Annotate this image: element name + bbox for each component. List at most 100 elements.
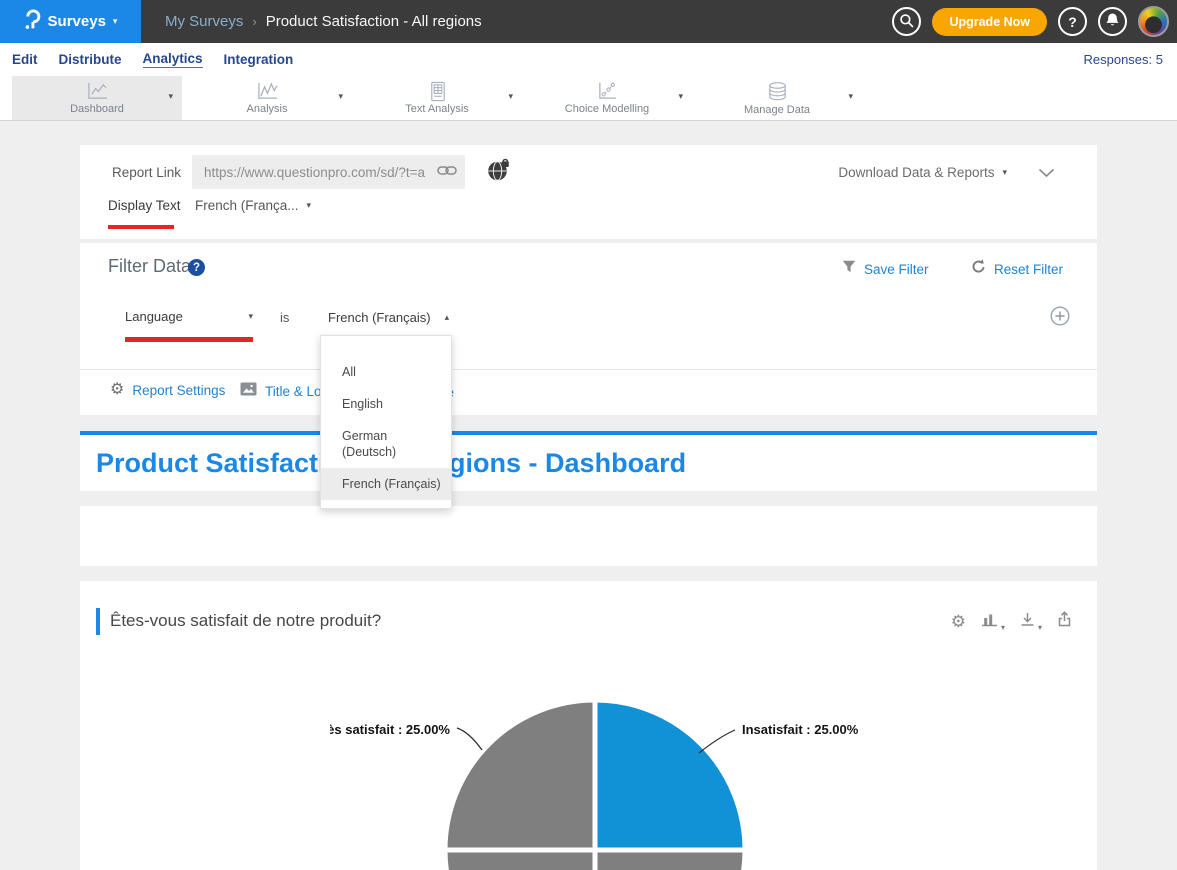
pie-slice[interactable] [445,700,595,850]
pie-slices [445,700,745,870]
toolbar-item-label: Analysis [247,103,288,115]
chart-type-button[interactable]: ▾ [981,612,1005,632]
breadcrumb-separator: › [252,14,256,29]
chart-actions: ⚙ ▾ ▾ [951,611,1072,632]
top-header-bar: Surveys ▾ My Surveys › Product Satisfact… [0,0,1177,43]
language-option-all[interactable]: All [321,356,451,388]
line-chart-icon [85,81,110,102]
text-document-icon [425,81,450,102]
chevron-down-icon[interactable]: ▾ [848,91,853,102]
toolbar-item-label: Choice Modelling [565,103,649,115]
pie-label-insatisfait: Insatisfait : 25.00% [742,722,859,737]
report-language-value: French (França... [195,198,299,213]
chevron-down-icon: ▾ [1038,623,1042,632]
link-icon [437,163,457,181]
bar-chart-icon [981,612,998,632]
toolbar-item-choice-modelling[interactable]: Choice Modelling ▾ [522,76,692,120]
report-link-input[interactable]: https://www.questionpro.com/sd/?t=a [192,155,465,189]
save-filter-label: Save Filter [864,262,929,277]
funnel-icon [842,260,856,278]
breadcrumb-my-surveys[interactable]: My Surveys [165,13,243,30]
filter-help-button[interactable]: ? [188,259,205,276]
pie-label-tres-satisfait: Très satisfait : 25.00% [330,722,450,737]
pie-slice[interactable] [595,700,745,850]
chart-download-button[interactable]: ▾ [1020,612,1042,632]
empty-panel [80,506,1097,566]
language-option-german[interactable]: German (Deutsch) [321,420,451,468]
chevron-down-icon[interactable]: ▾ [168,91,173,102]
chevron-down-icon[interactable]: ▾ [338,91,343,102]
database-icon [765,81,790,103]
image-icon [240,382,257,401]
pie-chart-svg: Très satisfait : 25.00% Insatisfait : 25… [330,690,880,870]
chevron-down-icon [1038,165,1055,182]
report-settings-link[interactable]: ⚙ Report Settings [110,382,225,398]
report-link-card: Report Link https://www.questionpro.com/… [80,145,1097,239]
tab-display-text[interactable]: Display Text [108,198,181,213]
surveys-app-menu[interactable]: Surveys ▾ [0,0,141,43]
add-filter-condition-button[interactable] [1050,306,1070,331]
upgrade-now-button[interactable]: Upgrade Now [932,8,1047,36]
analysis-chart-icon [255,81,280,102]
download-icon [1020,612,1035,632]
globe-lock-icon [487,169,511,186]
chevron-down-icon: ▾ [307,200,312,211]
notifications-button[interactable] [1098,7,1127,36]
toolbar-item-label: Manage Data [744,104,810,116]
tab-edit[interactable]: Edit [12,52,38,67]
toolbar-item-analysis[interactable]: Analysis ▾ [182,76,352,120]
filter-value: French (Français) [328,310,431,325]
help-button[interactable]: ? [1058,7,1087,36]
toolbar-item-label: Text Analysis [405,103,469,115]
chart-settings-button[interactable]: ⚙ [951,613,966,630]
language-dropdown-panel: All English German (Deutsch) French (Fra… [320,335,452,509]
search-icon [899,13,914,31]
report-settings-label: Report Settings [132,383,225,398]
chevron-up-icon: ▴ [445,312,450,323]
reset-filter-button[interactable]: Reset Filter [971,259,1063,279]
tab-analytics[interactable]: Analytics [143,51,203,68]
share-export-icon [1057,611,1072,632]
chart-share-button[interactable] [1057,611,1072,632]
chevron-down-icon[interactable]: ▾ [678,91,683,102]
report-language-select[interactable]: French (França... ▾ [195,198,311,213]
filter-value-select[interactable]: French (Français) ▴ [328,310,449,325]
scatter-chart-icon [595,81,620,102]
download-data-reports-label: Download Data & Reports [838,165,994,180]
pie-slice[interactable] [445,850,595,870]
divider [80,369,1097,370]
report-link-url: https://www.questionpro.com/sd/?t=a [204,165,437,180]
filter-data-title: Filter Data [108,256,191,277]
pie-slice[interactable] [595,850,745,870]
label-leader-line [457,728,482,750]
pie-chart: Très satisfait : 25.00% Insatisfait : 25… [330,690,880,870]
toolbar-item-manage-data[interactable]: Manage Data ▾ [692,76,862,120]
tab-distribute[interactable]: Distribute [59,52,122,67]
chevron-down-icon: ▾ [1002,167,1007,178]
chevron-down-icon[interactable]: ▾ [508,91,513,102]
breadcrumb: My Surveys › Product Satisfaction - All … [165,13,482,30]
topbar-actions: Upgrade Now ? [892,6,1177,37]
responses-count: Responses: 5 [1084,52,1164,67]
filter-field-underline [125,337,253,342]
save-filter-button[interactable]: Save Filter [842,260,929,278]
questionpro-logo-icon [24,8,41,35]
language-option-english[interactable]: English [321,388,451,420]
language-option-french[interactable]: French (Français) [321,468,451,500]
avatar[interactable] [1138,6,1169,37]
app-root: Surveys ▾ My Surveys › Product Satisfact… [0,0,1177,870]
chevron-down-icon: ▾ [113,16,118,27]
refresh-icon [971,259,986,279]
tab-integration[interactable]: Integration [224,52,294,67]
secure-link-button[interactable] [487,158,511,187]
filter-field-select[interactable]: Language ▾ [125,309,253,324]
collapse-panel-button[interactable] [1038,165,1055,183]
search-button[interactable] [892,7,921,36]
dashboard-title-card: Product Satisfaction - All regions - Das… [80,431,1097,491]
download-data-reports-menu[interactable]: Download Data & Reports ▾ [838,165,1007,180]
plus-circle-icon [1050,313,1070,330]
chevron-down-icon: ▾ [248,311,253,322]
toolbar-item-dashboard[interactable]: Dashboard ▾ [12,76,182,120]
report-link-label: Report Link [112,165,181,180]
toolbar-item-text-analysis[interactable]: Text Analysis ▾ [352,76,522,120]
